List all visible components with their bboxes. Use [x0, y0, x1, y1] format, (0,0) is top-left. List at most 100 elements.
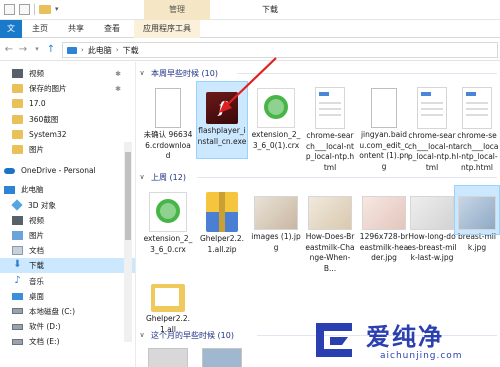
sidebar-item-saved-pictures[interactable]: 保存的图片 ✱: [0, 81, 135, 96]
sidebar-item-pictures-quick[interactable]: 图片: [0, 142, 135, 157]
folder-icon: [12, 145, 23, 155]
title-bar: ▾ 管理 下载: [0, 0, 500, 20]
sidebar-item-3d-objects[interactable]: 3D 对象: [0, 198, 135, 213]
image-file-icon: [371, 88, 397, 128]
file-item[interactable]: [197, 346, 247, 367]
image-thumbnail: [308, 196, 352, 230]
sidebar-item-label: 视频: [29, 69, 44, 79]
sidebar-item-videos-pinned[interactable]: 视频 ✱: [0, 66, 135, 81]
browser-extension-icon: [257, 88, 295, 128]
sidebar-item-label: 3D 对象: [28, 200, 56, 210]
forward-arrow-icon[interactable]: →: [16, 42, 30, 57]
sidebar-item-this-pc[interactable]: 此电脑: [0, 182, 135, 197]
sidebar-item-drive-e[interactable]: 文档 (E:): [0, 334, 135, 349]
file-item[interactable]: chrome-search___local-ntp_local-ntp.html: [305, 82, 355, 173]
file-name: extension_2_3_6_0.crx: [143, 234, 193, 254]
file-item[interactable]: images (1).jpg: [251, 186, 301, 253]
image-thumbnail: [254, 196, 298, 230]
sidebar-item-label: 音乐: [29, 276, 44, 286]
chevron-down-icon[interactable]: ∨: [137, 331, 147, 339]
this-pc-icon: [4, 185, 15, 194]
file-item[interactable]: chrome-search___local-ntp_local-ntp.html: [407, 82, 457, 173]
drive-icon: [12, 308, 23, 315]
new-folder-icon[interactable]: [39, 5, 51, 14]
chevron-down-icon[interactable]: ∨: [137, 69, 147, 77]
customize-toolbar-chevron-icon[interactable]: ▾: [55, 4, 59, 15]
breadcrumb-separator-icon[interactable]: ›: [116, 46, 119, 54]
sidebar-item-label: System32: [29, 129, 67, 139]
file-item[interactable]: [143, 346, 193, 367]
folder-icon: [12, 114, 23, 124]
3d-objects-icon: [11, 199, 23, 211]
sidebar-item-music[interactable]: ♪ 音乐: [0, 273, 135, 288]
file-name: extension_2_3_6_0(1).crx: [251, 130, 301, 150]
back-arrow-icon[interactable]: ←: [2, 42, 16, 57]
sidebar-item-label: 17.0: [29, 99, 46, 109]
sidebar-item-system32[interactable]: System32: [0, 127, 135, 142]
file-item[interactable]: How-long-does-breast-milk-last-w.jpg: [407, 186, 457, 264]
html-file-icon: [417, 87, 447, 129]
tab-file[interactable]: 文件: [0, 20, 22, 51]
group-header-earlier-this-week[interactable]: ∨ 本周早些时候 (10): [137, 66, 218, 80]
group-header-label: 本周早些时候 (10): [151, 68, 218, 78]
sidebar-item-label: 此电脑: [21, 185, 44, 195]
tab-view[interactable]: 查看: [94, 20, 134, 38]
pictures-icon: [12, 230, 23, 240]
navigation-pane: 视频 ✱ 保存的图片 ✱ 17.0 360截图 System32 图片 OneD…: [0, 62, 136, 367]
file-item[interactable]: extension_2_3_6_0.crx: [143, 186, 193, 255]
sidebar-item-17[interactable]: 17.0: [0, 96, 135, 111]
recent-locations-chevron-icon[interactable]: ▾: [30, 42, 44, 57]
file-item[interactable]: Ghelper2.2.1.all: [143, 270, 193, 335]
sidebar-item-pictures[interactable]: 图片: [0, 228, 135, 243]
drive-icon: [12, 323, 23, 330]
context-tab-group-label: 管理: [144, 0, 210, 20]
up-arrow-icon[interactable]: ↑: [44, 42, 58, 57]
sidebar-item-desktop[interactable]: 桌面: [0, 289, 135, 304]
file-item[interactable]: jingyan.baidu.com_edit_content (1).png: [359, 82, 409, 172]
file-item[interactable]: How-Does-Breastmilk-Change-When-B...: [305, 186, 355, 274]
zip-archive-icon: [206, 192, 238, 232]
sidebar-item-drive-d[interactable]: 软件 (D:): [0, 319, 135, 334]
sidebar-item-360-screenshots[interactable]: 360截图: [0, 112, 135, 127]
tab-home[interactable]: 主页: [22, 20, 58, 38]
chevron-down-icon[interactable]: ∨: [137, 173, 147, 181]
tab-application-tools[interactable]: 应用程序工具: [134, 20, 200, 38]
file-item-selected[interactable]: f flashplayer_install_cn.exe: [196, 81, 248, 159]
group-header-last-week[interactable]: ∨ 上周 (12): [137, 170, 186, 184]
file-item[interactable]: extension_2_3_6_0(1).crx: [251, 82, 301, 151]
sidebar-item-drive-c[interactable]: 本地磁盘 (C:): [0, 304, 135, 319]
file-item[interactable]: Ghelper2.2.1.all.zip: [197, 186, 247, 255]
sidebar-item-label: 文档: [29, 246, 44, 256]
sidebar-scrollbar-thumb[interactable]: [125, 152, 131, 240]
file-item[interactable]: chrome-search___local-ntp_local-ntp.html: [455, 82, 499, 173]
file-item[interactable]: 未确认 966346.crdownload: [143, 82, 193, 162]
breadcrumb-downloads[interactable]: 下载: [123, 45, 139, 56]
quick-access-toolbar: ▾: [4, 4, 59, 15]
document-icon: [155, 88, 181, 128]
sidebar-item-label: 视频: [29, 215, 44, 225]
file-name: 1296x728-breastmilk-header.jpg: [359, 232, 409, 262]
file-name: images (1).jpg: [251, 232, 301, 252]
html-file-icon: [462, 87, 492, 129]
folder-icon: [12, 99, 23, 109]
watermark-url: aichunjing.com: [380, 351, 463, 361]
checkmark-icon[interactable]: [19, 4, 30, 15]
music-icon: ♪: [14, 274, 21, 286]
group-header-earlier-this-month[interactable]: ∨ 这个月的早些时候 (10): [137, 328, 234, 342]
sidebar-item-label: 360截图: [29, 114, 59, 124]
breadcrumb-separator-icon[interactable]: ›: [81, 46, 84, 54]
sidebar-item-documents[interactable]: 文档: [0, 243, 135, 258]
file-item[interactable]: 1296x728-breastmilk-header.jpg: [359, 186, 409, 264]
sidebar-item-videos[interactable]: 视频: [0, 213, 135, 228]
properties-icon[interactable]: [4, 4, 15, 15]
breadcrumb-this-pc[interactable]: 此电脑: [88, 45, 112, 56]
sidebar-item-label: 软件 (D:): [29, 322, 61, 332]
address-box[interactable]: › 此电脑 › 下载: [62, 42, 498, 58]
sidebar-item-downloads[interactable]: ⬇ 下载: [0, 258, 135, 274]
file-name: breast-milk.jpg: [458, 232, 496, 252]
folder-icon: [151, 284, 185, 312]
file-item-selected[interactable]: breast-milk.jpg: [454, 185, 500, 252]
sidebar-item-onedrive[interactable]: OneDrive - Personal: [0, 163, 135, 178]
video-icon: [12, 215, 23, 225]
tab-share[interactable]: 共享: [58, 20, 94, 38]
